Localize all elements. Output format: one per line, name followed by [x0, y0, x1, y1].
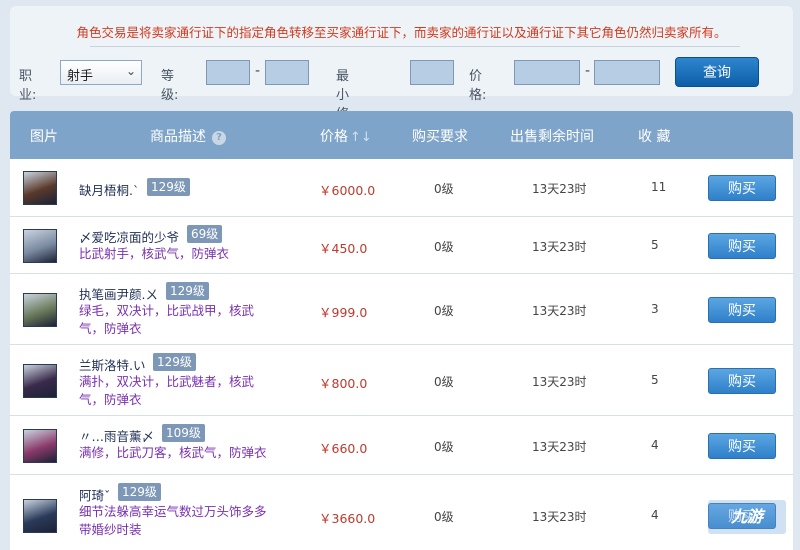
avatar[interactable] — [23, 499, 57, 533]
help-icon[interactable]: ? — [212, 131, 226, 145]
chevron-down-icon: ⌄ — [125, 64, 136, 78]
favorite-count: 11 — [651, 180, 667, 194]
avatar[interactable] — [23, 229, 57, 263]
table-row: 〃…雨音薰〆 109级 满修，比武刀客，核武气，防弹衣 ￥660.0 0级 13… — [10, 416, 793, 475]
table-row: 执笔画尹颜.ㄨ 129级 绿毛，双决计，比武战甲，核武气，防弹衣 ￥999.0 … — [10, 274, 793, 345]
requirement-value: 0级 — [434, 375, 454, 389]
avatar[interactable] — [23, 293, 57, 327]
buy-button[interactable]: 购买 — [708, 175, 776, 201]
price-value: ￥6000.0 — [319, 183, 376, 198]
role-desc: 细节法躲高幸运气数过万头饰多多带婚纱时装 — [79, 504, 267, 537]
profession-label: 职业: — [19, 69, 37, 103]
level-badge: 109级 — [162, 424, 205, 442]
header-price-label: 价格 — [320, 129, 348, 145]
avatar[interactable] — [23, 429, 57, 463]
favorite-count: 3 — [651, 302, 659, 316]
price-label: 价格: — [469, 69, 487, 103]
table-row: 〆爱吃凉面的少爷 69级 比武射手，核武气，防弹衣 ￥450.0 0级 13天2… — [10, 217, 793, 274]
role-name[interactable]: 兰斯洛特.い — [79, 355, 145, 374]
table-row: 阿琦ˇ 129级 细节法躲高幸运气数过万头饰多多带婚纱时装 ￥3660.0 0级… — [10, 475, 793, 550]
header-desc-label: 商品描述 — [150, 129, 206, 145]
role-desc: 绿毛，双决计，比武战甲，核武气，防弹衣 — [79, 303, 255, 336]
role-desc: 满扑，双决计，比武魅者，核武气，防弹衣 — [79, 374, 255, 407]
header-desc: 商品描述? — [150, 126, 226, 146]
header-time: 出售剩余时间 — [510, 129, 594, 145]
profession-value: 射手 — [67, 69, 94, 84]
time-remaining: 13天23时 — [532, 240, 587, 254]
time-remaining: 13天23时 — [532, 182, 587, 196]
level-badge: 129级 — [153, 353, 196, 371]
level-min-input[interactable] — [206, 60, 250, 85]
header-favorite: 收 藏 — [638, 129, 671, 145]
favorite-count: 4 — [651, 438, 659, 452]
role-desc: 满修，比武刀客，核武气，防弹衣 — [79, 445, 267, 460]
divider — [90, 46, 740, 47]
filter-panel: 角色交易是将卖家通行证下的指定角色转移至买家通行证下，而卖家的通行证以及通行证下… — [10, 6, 793, 141]
header-price[interactable]: 价格 ↑↓ — [320, 126, 372, 146]
listing-table: 图片 商品描述? 价格 ↑↓ 购买要求 出售剩余时间 收 藏 缺月梧桐.` 129… — [10, 111, 793, 550]
requirement-value: 0级 — [434, 240, 454, 254]
price-value: ￥450.0 — [319, 241, 368, 256]
sort-arrows-icon[interactable]: ↑↓ — [350, 130, 372, 145]
requirement-value: 0级 — [434, 304, 454, 318]
favorite-count: 5 — [651, 238, 659, 252]
role-name[interactable]: 〆爱吃凉面的少爷 — [79, 227, 179, 246]
buy-button[interactable]: 购买 — [708, 368, 776, 394]
level-badge: 69级 — [187, 225, 223, 243]
buy-button[interactable]: 购买 — [708, 233, 776, 259]
role-name[interactable]: 缺月梧桐.` — [79, 180, 139, 199]
header-image: 图片 — [30, 129, 58, 145]
requirement-value: 0级 — [434, 182, 454, 196]
time-remaining: 13天23时 — [532, 510, 587, 524]
level-dash: - — [255, 63, 261, 79]
table-header: 图片 商品描述? 价格 ↑↓ 购买要求 出售剩余时间 收 藏 — [10, 111, 793, 159]
price-value: ￥660.0 — [319, 441, 368, 456]
price-max-input[interactable] — [594, 60, 660, 85]
price-dash: - — [585, 63, 591, 79]
watermark-logo: 九游 — [708, 500, 786, 534]
price-value: ￥800.0 — [319, 376, 368, 391]
level-badge: 129级 — [118, 483, 161, 501]
level-max-input[interactable] — [265, 60, 309, 85]
table-row: 缺月梧桐.` 129级 ￥6000.0 0级 13天23时 11 购买 — [10, 159, 793, 217]
time-remaining: 13天23时 — [532, 440, 587, 454]
time-remaining: 13天23时 — [532, 304, 587, 318]
header-requirement: 购买要求 — [412, 129, 468, 145]
table-row: 兰斯洛特.い 129级 满扑，双决计，比武魅者，核武气，防弹衣 ￥800.0 0… — [10, 345, 793, 416]
price-min-input[interactable] — [514, 60, 580, 85]
role-name[interactable]: 执笔画尹颜.ㄨ — [79, 284, 158, 303]
role-name[interactable]: 〃…雨音薰〆 — [79, 426, 154, 445]
avatar[interactable] — [23, 364, 57, 398]
favorite-count: 4 — [651, 508, 659, 522]
favorite-count: 5 — [651, 373, 659, 387]
price-value: ￥999.0 — [319, 305, 368, 320]
role-name[interactable]: 阿琦ˇ — [79, 485, 110, 504]
level-badge: 129级 — [166, 282, 209, 300]
level-label: 等级: — [161, 69, 179, 103]
cultivation-input[interactable] — [410, 60, 454, 85]
requirement-value: 0级 — [434, 510, 454, 524]
role-desc: 比武射手，核武气，防弹衣 — [79, 246, 230, 261]
time-remaining: 13天23时 — [532, 375, 587, 389]
buy-button[interactable]: 购买 — [708, 433, 776, 459]
requirement-value: 0级 — [434, 440, 454, 454]
price-value: ￥3660.0 — [319, 511, 376, 526]
profession-select[interactable]: 射手 ⌄ — [60, 60, 142, 85]
query-button[interactable]: 查询 — [675, 57, 759, 87]
trade-notice: 角色交易是将卖家通行证下的指定角色转移至买家通行证下，而卖家的通行证以及通行证下… — [76, 25, 727, 40]
avatar[interactable] — [23, 171, 57, 205]
buy-button[interactable]: 购买 — [708, 297, 776, 323]
level-badge: 129级 — [147, 178, 190, 196]
